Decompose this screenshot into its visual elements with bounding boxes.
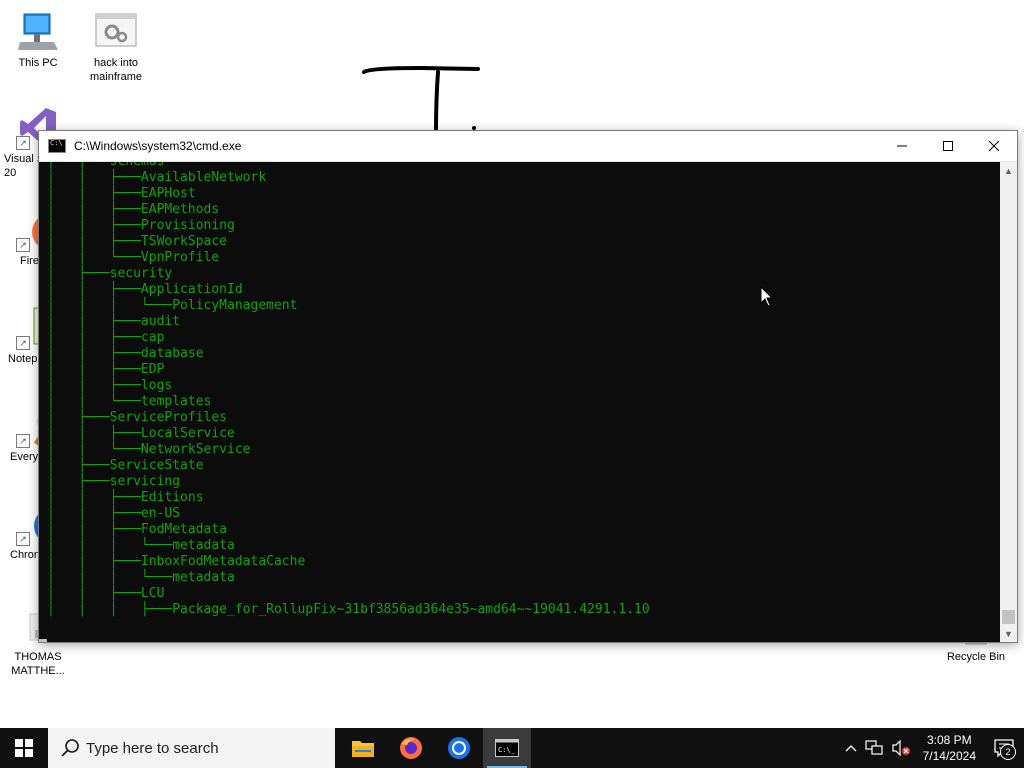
desktop-icon-this-pc[interactable]: This PC	[0, 10, 76, 70]
firefox-icon	[400, 737, 422, 759]
cmd-window[interactable]: C:\Windows\system32\cmd.exe │ ├───schema…	[38, 130, 1018, 643]
cmd-output-line: │ │ ├───en-US	[47, 506, 181, 521]
scroll-down-icon[interactable]: ▼	[1000, 625, 1017, 642]
cmd-output-line: │ │ ├───audit	[47, 314, 181, 329]
desktop-icon-label: hack into mainframe	[90, 57, 142, 83]
search-placeholder: Type here to search	[86, 739, 219, 757]
shortcut-arrow-icon: ↗	[16, 434, 30, 448]
cmd-output-lines: │ ├───schemas│ │ ├───AvailableNetwork│ │…	[39, 162, 999, 618]
cmd-output-line: │ │ │ └───metadata	[47, 538, 235, 553]
cmd-output-line: │ │ └───templates	[47, 394, 212, 409]
search-icon	[61, 739, 79, 757]
cmd-output-line: │ ├───schemas	[47, 162, 999, 170]
windows-logo-icon	[15, 739, 33, 757]
maximize-button[interactable]	[925, 131, 971, 161]
cmd-output-line: │ │ ├───Provisioning	[47, 218, 235, 233]
cmd-output-line: │ │ ├───cap	[47, 330, 165, 345]
cmd-output-line: │ ├───servicing	[47, 474, 181, 489]
close-button[interactable]	[971, 131, 1017, 161]
settings-program-icon	[94, 10, 138, 54]
cmd-window-title: C:\Windows\system32\cmd.exe	[74, 139, 242, 153]
cmd-output-line: │ │ └───VpnProfile	[47, 250, 220, 265]
cmd-output-line: │ ├───ServiceState	[47, 458, 204, 473]
taskbar: Type here to search C:\_ 3:08 PM 7/14/20…	[0, 728, 1024, 768]
system-tray: 3:08 PM 7/14/2024 2	[841, 728, 1024, 768]
action-center-button[interactable]: 2	[984, 728, 1024, 768]
start-button[interactable]	[0, 728, 48, 768]
terminal-icon: C:\_	[495, 739, 519, 757]
cmd-output-line: │ │ ├───AvailableNetwork	[47, 170, 267, 185]
cmd-output-line: │ │ ├───database	[47, 346, 204, 361]
cmd-output-line: │ │ ├───logs	[47, 378, 173, 393]
show-hidden-icons-button[interactable]	[841, 744, 861, 752]
taskbar-chrome[interactable]	[435, 728, 483, 768]
notification-count-badge: 2	[1000, 744, 1016, 760]
cmd-output-line: │ │ ├───EAPMethods	[47, 202, 220, 217]
clock-time: 3:08 PM	[926, 733, 972, 747]
cmd-output-line: │ │ ├───EAPHost	[47, 186, 196, 201]
network-icon	[865, 740, 883, 755]
mouse-pointer-icon	[760, 285, 774, 313]
svg-text:C:\_: C:\_	[498, 746, 516, 754]
cmd-output-line: │ │ └───NetworkService	[47, 442, 251, 457]
chevron-up-icon	[845, 745, 857, 752]
desktop-icon-label: This PC	[18, 57, 58, 69]
scroll-up-icon[interactable]: ▲	[1000, 162, 1017, 179]
shortcut-arrow-icon: ↗	[16, 136, 30, 150]
cmd-output-line: │ │ ├───Editions	[47, 490, 204, 505]
cmd-app-icon	[48, 139, 66, 153]
cmd-output-line: │ ├───ServiceProfiles	[47, 410, 228, 425]
cmd-output-line: │ │ ├───LocalService	[47, 426, 235, 441]
minimize-button[interactable]	[879, 131, 925, 161]
desktop-drawing	[360, 60, 490, 140]
volume-muted-icon	[892, 740, 910, 756]
shortcut-arrow-icon: ↗	[16, 336, 30, 350]
cmd-output-line: │ │ ├───InboxFodMetadataCache	[47, 554, 306, 569]
cmd-output-line: │ │ ├───EDP	[47, 362, 165, 377]
taskbar-clock[interactable]: 3:08 PM 7/14/2024	[915, 732, 984, 764]
taskbar-search-box[interactable]: Type here to search	[48, 728, 335, 768]
cmd-output-line: │ │ ├───ApplicationId	[47, 282, 243, 297]
cmd-output-line: │ │ ├───TSWorkSpace	[47, 234, 228, 249]
scroll-thumb[interactable]	[1002, 610, 1015, 624]
desktop-icon-hack-into-mainframe[interactable]: hack into mainframe	[78, 10, 154, 84]
network-tray-button[interactable]	[861, 740, 887, 756]
cmd-output-line: │ │ ├───LCU	[47, 586, 165, 601]
desktop-icon-label: THOMAS MATTHE...	[11, 651, 65, 677]
folder-icon	[352, 741, 374, 757]
cmd-output-line: │ │ │ └───metadata	[47, 570, 235, 585]
clock-date: 7/14/2024	[922, 749, 976, 763]
shortcut-arrow-icon: ↗	[16, 238, 30, 252]
text-cursor	[39, 639, 47, 642]
taskbar-file-explorer[interactable]	[339, 728, 387, 768]
chrome-icon	[448, 737, 470, 759]
computer-icon	[16, 10, 60, 54]
cmd-output-line: │ │ │ ├───Package_for_RollupFix~31bf3856…	[47, 602, 650, 617]
cmd-output-line: │ │ │ └───PolicyManagement	[47, 298, 298, 313]
cmd-title-bar[interactable]: C:\Windows\system32\cmd.exe	[39, 131, 1017, 162]
volume-tray-button[interactable]	[887, 740, 915, 756]
taskbar-cmd[interactable]: C:\_	[483, 728, 531, 768]
cmd-scrollbar[interactable]: ▲ ▼	[1000, 162, 1017, 642]
shortcut-arrow-icon: ↗	[16, 532, 30, 546]
cmd-output-line: │ ├───security	[47, 266, 173, 281]
taskbar-firefox[interactable]	[387, 728, 435, 768]
cmd-output[interactable]: │ ├───schemas│ │ ├───AvailableNetwork│ │…	[39, 162, 999, 642]
cmd-output-line: │ │ ├───FodMetadata	[47, 522, 228, 537]
desktop-icon-label: Recycle Bin	[946, 651, 1006, 663]
